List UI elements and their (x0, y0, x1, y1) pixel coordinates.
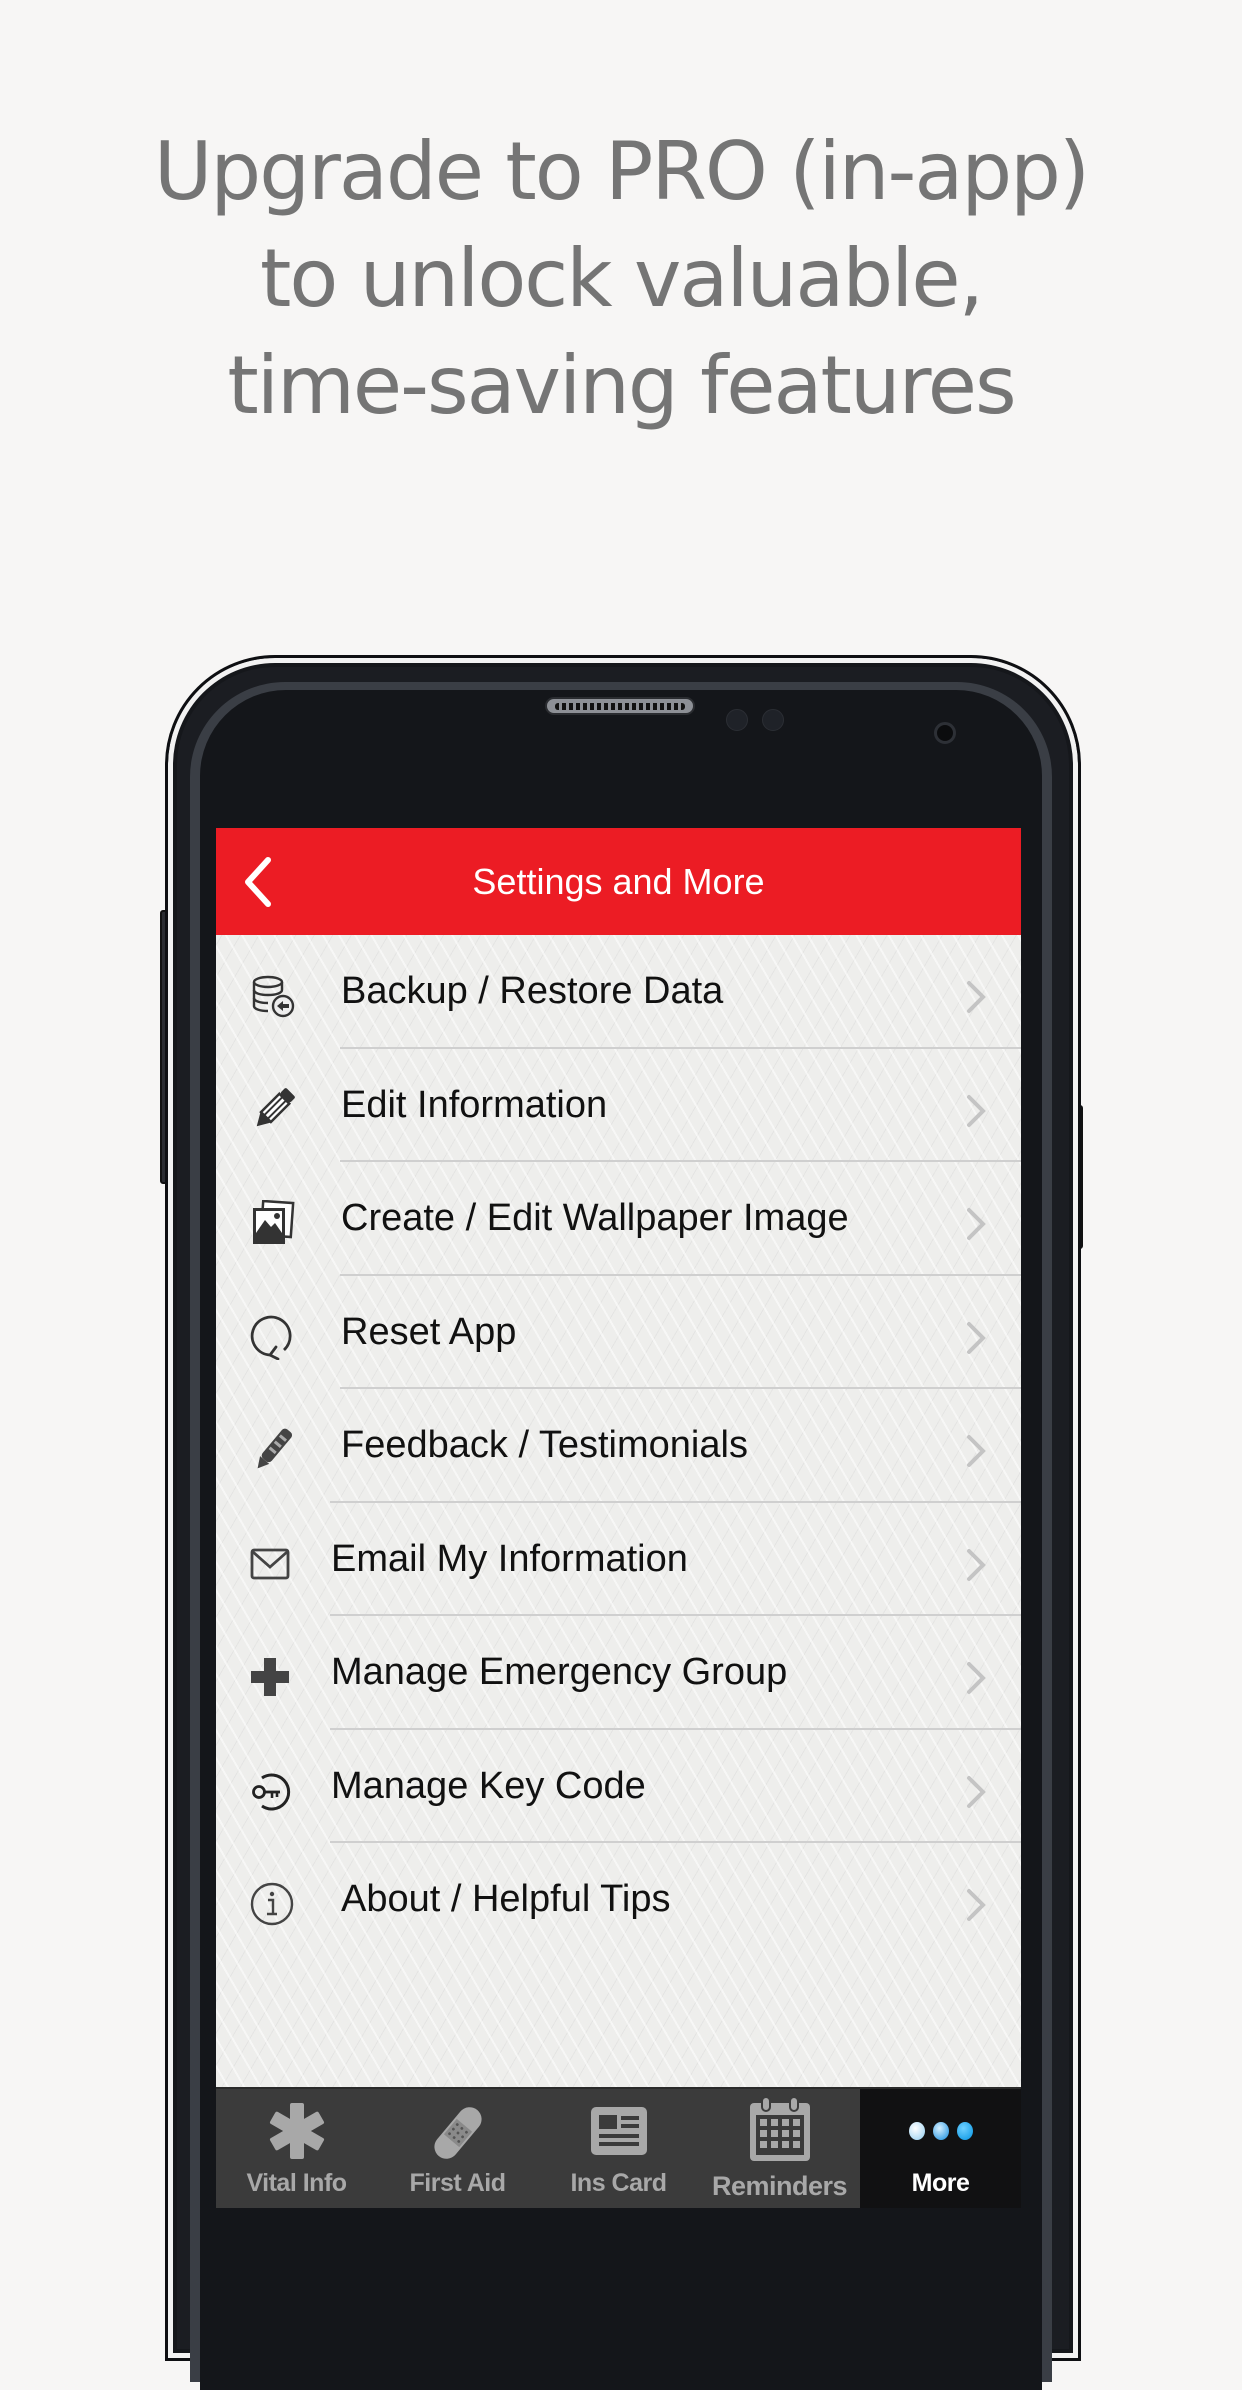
menu-item-label: About / Helpful Tips (341, 1878, 671, 1920)
chevron-right-icon (967, 1548, 986, 1581)
chevron-right-icon (967, 1208, 986, 1240)
menu-item-backup-restore[interactable]: Backup / Restore Data (216, 935, 1021, 1049)
tab-ins-card[interactable]: Ins Card (538, 2089, 699, 2208)
headline-line: to unlock valuable, (259, 232, 984, 325)
database-restore-icon (252, 975, 295, 1018)
tab-label: Reminders (711, 2171, 848, 2201)
info-icon (250, 1882, 294, 1926)
tab-more[interactable]: More (860, 2089, 1021, 2208)
phone-sensor (762, 709, 784, 731)
refresh-icon (250, 1315, 292, 1360)
menu-item-key-code[interactable]: Manage Key Code (216, 1730, 1021, 1843)
chevron-right-icon (967, 981, 986, 1013)
back-button[interactable] (234, 850, 294, 914)
plus-cross-icon (251, 1658, 289, 1696)
chevron-right-icon (967, 1775, 986, 1808)
envelope-icon (250, 1548, 290, 1579)
chevron-right-icon (967, 1662, 986, 1694)
tab-label: Ins Card (570, 2169, 667, 2197)
chevron-right-icon (967, 1094, 986, 1127)
tab-label: More (911, 2169, 970, 2197)
menu-item-about-tips[interactable]: About / Helpful Tips (216, 1843, 1021, 1957)
tab-bar: Vital Info First Aid Ins Card Reminders … (216, 2087, 1021, 2208)
more-dots-icon (908, 2122, 973, 2140)
app-screen: Settings and More Backup / Restore Data (216, 828, 1021, 2208)
headline-line: Upgrade to PRO (in-app) (153, 125, 1090, 218)
chevron-right-icon (967, 1321, 986, 1354)
chevron-right-icon (967, 1435, 986, 1467)
header-title: Settings and More (472, 861, 765, 902)
tab-label: Vital Info (246, 2169, 347, 2197)
menu-item-label: Backup / Restore Data (341, 970, 724, 1012)
tab-reminders[interactable]: Reminders (699, 2089, 860, 2208)
tab-vital-info[interactable]: Vital Info (216, 2089, 377, 2208)
tab-label: First Aid (409, 2169, 506, 2197)
id-card-icon (590, 2107, 647, 2155)
menu-item-label: Manage Key Code (331, 1764, 646, 1807)
tab-first-aid[interactable]: First Aid (377, 2089, 538, 2208)
menu-item-reset-app[interactable]: Reset App (216, 1276, 1021, 1389)
phone-front-camera (934, 722, 956, 744)
star-of-life-icon (269, 2103, 324, 2159)
menu-item-wallpaper-image[interactable]: Create / Edit Wallpaper Image (216, 1162, 1021, 1276)
menu-item-feedback[interactable]: Feedback / Testimonials (216, 1389, 1021, 1503)
calendar-icon (749, 2096, 810, 2161)
pen-icon (257, 1428, 293, 1469)
pencil-icon (256, 1087, 295, 1126)
phone-speaker (545, 697, 695, 715)
bandage-icon (433, 2107, 482, 2159)
menu-item-edit-information[interactable]: Edit Information (216, 1049, 1021, 1162)
chevron-left-icon (245, 857, 271, 907)
menu-item-label: Email My Information (331, 1537, 688, 1580)
menu-item-email-information[interactable]: Email My Information (216, 1503, 1021, 1616)
menu-item-emergency-group[interactable]: Manage Emergency Group (216, 1616, 1021, 1730)
settings-menu: Backup / Restore Data Edit Information C… (216, 935, 1021, 1957)
menu-item-label: Manage Emergency Group (331, 1651, 788, 1693)
menu-item-label: Create / Edit Wallpaper Image (341, 1197, 849, 1239)
menu-item-label: Reset App (341, 1310, 517, 1353)
promo-headline: Upgrade to PRO (in-app) to unlock valuab… (0, 118, 1242, 439)
menu-item-label: Edit Information (341, 1083, 608, 1126)
key-icon (252, 1773, 291, 1810)
photos-icon (253, 1200, 295, 1244)
phone-sensor (726, 709, 748, 731)
headline-line: time-saving features (227, 339, 1016, 432)
app-header: Settings and More (216, 828, 1021, 935)
chevron-right-icon (967, 1889, 986, 1921)
menu-item-label: Feedback / Testimonials (341, 1424, 748, 1466)
